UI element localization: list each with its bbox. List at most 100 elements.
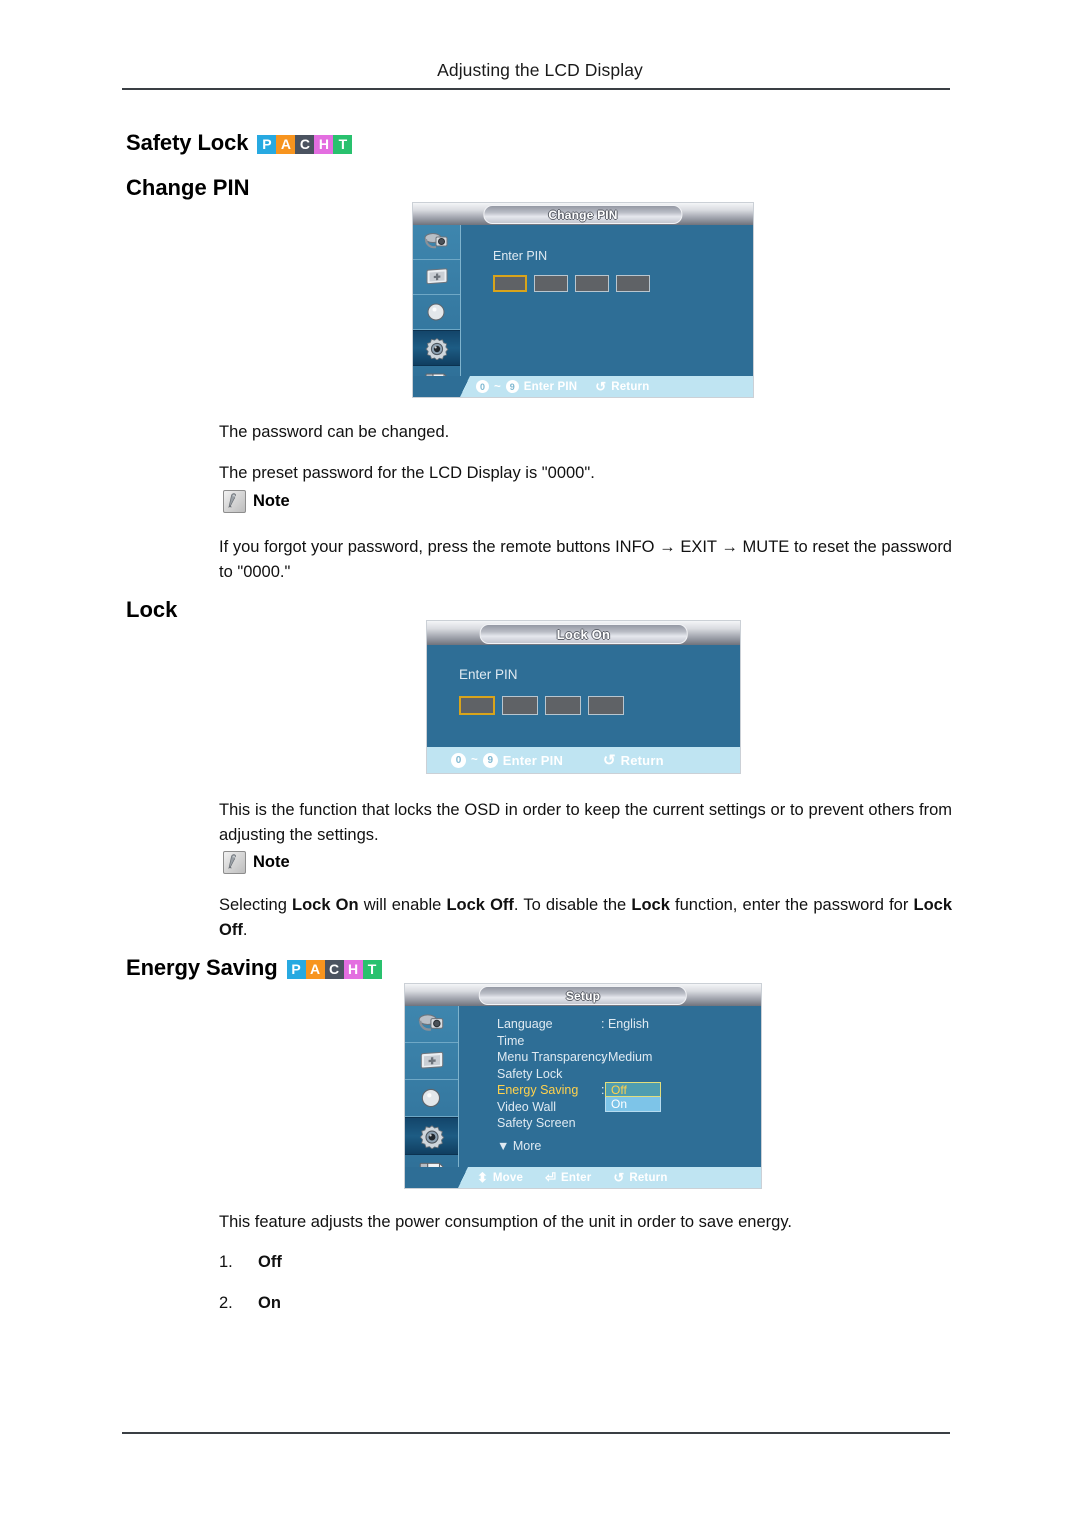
osd-body-lock: Enter PIN 0 ~ 9 Enter PIN ↺ Return <box>427 645 740 773</box>
setup-gear-icon <box>419 1125 444 1149</box>
footer-hint-move: ⬍ Move <box>477 1170 523 1186</box>
menu-item-label: Language <box>497 1017 553 1031</box>
menu-item-value: : <box>601 1083 605 1097</box>
osd-title-pill-setup: Setup <box>478 986 688 1005</box>
osd-sidebar-item-picture[interactable] <box>405 1043 458 1080</box>
osd-body: Enter PIN 0 ~ 9 Enter PIN ↺ Return <box>413 225 753 397</box>
dropdown-option-off[interactable]: Off <box>605 1082 661 1097</box>
note-label: Note <box>253 853 290 871</box>
osd-screenshot-lock-on: Lock On Enter PIN 0 ~ 9 Enter PIN ↺ Retu… <box>427 621 740 773</box>
input-source-icon <box>424 233 447 249</box>
osd-footer-bar-setup: ⬍ Move ⏎ Enter ↺ Return <box>405 1167 761 1188</box>
footer-hint-return: ↺ Return <box>613 1170 667 1186</box>
key-range-separator: ~ <box>471 754 478 766</box>
pacht-letter-t: T <box>333 134 353 154</box>
pin-box-1[interactable] <box>459 696 495 715</box>
paragraph-lock-description: This is the function that locks the OSD … <box>219 801 952 844</box>
energy-saving-dropdown[interactable]: Off On <box>605 1082 661 1112</box>
list-item-number: 1. <box>219 1253 233 1271</box>
pacht-badge-energy-saving: P A C H T <box>286 959 382 979</box>
menu-item-label: Video Wall <box>497 1099 557 1114</box>
pacht-letter-c: C <box>295 134 315 154</box>
pacht-badge-safety-lock: P A C H T <box>257 134 353 154</box>
list-item-value: On <box>258 1294 281 1312</box>
list-item-number: 2. <box>219 1294 233 1312</box>
osd-titlebar-setup: Setup <box>405 984 761 1006</box>
osd-titlebar: Change PIN <box>413 203 753 225</box>
dropdown-option-on[interactable]: On <box>605 1097 661 1112</box>
pacht-letter-a: A <box>276 134 296 154</box>
osd-screenshot-setup: Setup Language: English Time Menu Trans… <box>405 984 761 1188</box>
paragraph-preset-password: The preset password for the LCD Display … <box>219 464 595 482</box>
osd-sidebar-item-picture[interactable] <box>413 260 460 295</box>
menu-item-safety-screen[interactable]: Safety Screen <box>497 1115 652 1132</box>
pin-entry-boxes[interactable] <box>493 275 657 292</box>
sound-speaker-icon <box>421 1088 440 1108</box>
pin-box-3[interactable] <box>545 696 581 715</box>
osd-sidebar-item-input-source[interactable] <box>405 1006 458 1043</box>
osd-sidebar <box>413 225 461 397</box>
menu-item-value: : Medium <box>601 1050 653 1064</box>
pin-box-3[interactable] <box>575 275 609 292</box>
menu-item-language[interactable]: Language : English <box>497 1016 652 1033</box>
menu-item-time[interactable]: Time <box>497 1033 652 1050</box>
osd-sidebar-item-input-source[interactable] <box>413 225 460 260</box>
pacht-letter-p: P <box>257 134 277 154</box>
osd-titlebar-lock: Lock On <box>427 621 740 645</box>
enter-key-icon: ⏎ <box>545 1169 557 1185</box>
footer-rule <box>122 1432 950 1434</box>
menu-item-safety-lock[interactable]: Safety Lock <box>497 1066 652 1083</box>
note-label: Note <box>253 492 290 510</box>
osd-title-pill: Change PIN <box>483 205 683 224</box>
paragraph-lock-note: Selecting Lock On will enable Lock Off. … <box>219 896 952 939</box>
osd-footer-items-lock: 0 ~ 9 Enter PIN ↺ Return <box>451 751 664 769</box>
return-arrow-icon: ↺ <box>613 1169 625 1185</box>
osd-sidebar-item-sound[interactable] <box>405 1080 458 1117</box>
osd-footer-bar-lock: 0 ~ 9 Enter PIN ↺ Return <box>427 747 740 773</box>
energy-saving-options-list: 1. Off 2. On <box>219 1253 282 1335</box>
input-source-icon <box>418 1014 443 1031</box>
osd-sidebar-item-setup[interactable] <box>405 1117 458 1155</box>
key-9-icon: 9 <box>505 380 519 393</box>
picture-icon <box>426 268 447 285</box>
osd-content: Enter PIN <box>461 225 753 397</box>
osd-content-setup: Language : English Time Menu Transparenc… <box>459 1006 761 1188</box>
menu-item-menu-transparency[interactable]: Menu Transparency : Medium <box>497 1049 652 1066</box>
menu-item-label: Safety Screen <box>497 1116 576 1130</box>
key-9-icon: 9 <box>482 752 498 768</box>
pacht-letter-p: P <box>286 959 306 979</box>
footer-return-label: Return <box>611 380 650 393</box>
osd-footer-notch <box>405 1167 468 1188</box>
osd-footer-bar: 0 ~ 9 Enter PIN ↺ Return <box>413 376 753 397</box>
header-rule <box>122 88 950 90</box>
pin-box-4[interactable] <box>616 275 650 292</box>
osd-sidebar-setup <box>405 1006 459 1188</box>
menu-item-more[interactable]: ▼ More <box>497 1138 652 1155</box>
osd-sidebar-item-sound[interactable] <box>413 295 460 330</box>
paragraph-energy-saving-description: This feature adjusts the power consumpti… <box>219 1213 792 1231</box>
running-header-title: Adjusting the LCD Display <box>437 60 643 80</box>
note-pencil-icon <box>223 851 246 874</box>
pacht-letter-t: T <box>362 959 382 979</box>
footer-hint-enter: ⏎ Enter <box>545 1170 591 1186</box>
osd-footer-notch <box>413 376 470 397</box>
pin-entry-boxes-lock[interactable] <box>459 696 631 715</box>
footer-hint-return-lock: ↺ Return <box>603 751 664 769</box>
return-arrow-icon: ↺ <box>595 378 607 394</box>
note-marker-lock: Note <box>223 851 290 874</box>
menu-item-label: Energy Saving <box>497 1083 579 1097</box>
return-arrow-icon: ↺ <box>603 752 616 769</box>
osd-title-pill-lock: Lock On <box>479 624 688 644</box>
pin-box-2[interactable] <box>502 696 538 715</box>
pin-box-4[interactable] <box>588 696 624 715</box>
heading-safety-lock: Safety Lock P A C H T <box>126 130 353 156</box>
picture-icon <box>420 1051 443 1069</box>
pin-box-2[interactable] <box>534 275 568 292</box>
heading-change-pin: Change PIN <box>126 175 250 200</box>
osd-sidebar-item-setup[interactable] <box>413 330 460 366</box>
footer-hint-enter-pin: 0 ~ 9 Enter PIN <box>476 380 577 393</box>
footer-move-label: Move <box>492 1171 524 1184</box>
pin-box-1[interactable] <box>493 275 527 292</box>
footer-enter-pin-label: Enter PIN <box>502 752 564 768</box>
enter-pin-label: Enter PIN <box>493 249 548 263</box>
